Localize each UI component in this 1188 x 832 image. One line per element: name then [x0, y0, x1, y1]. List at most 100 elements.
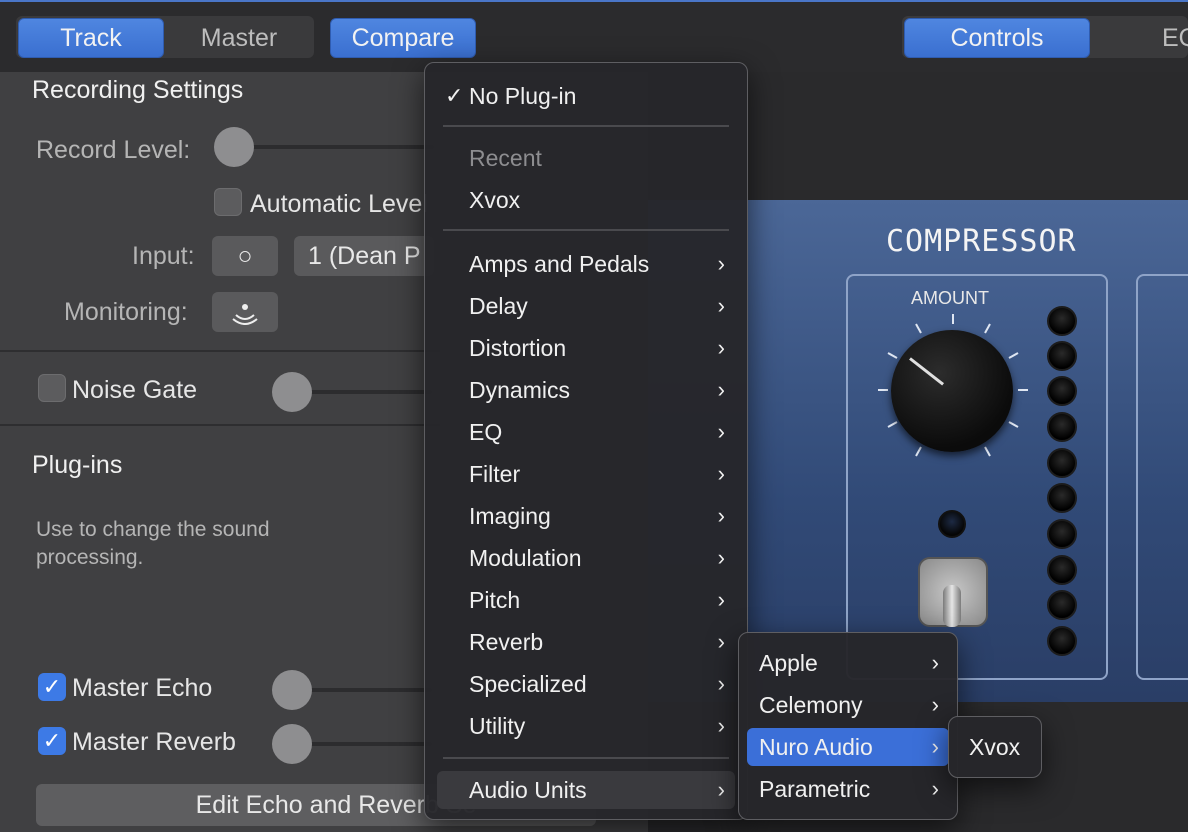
chevron-right-icon: › [717, 545, 725, 570]
menu-item-label: Distortion [469, 334, 567, 361]
amount-label: AMOUNT [911, 288, 989, 308]
menu-item-label: Dynamics [469, 376, 570, 403]
record-level-knob[interactable] [214, 127, 254, 167]
menu-item-dynamics[interactable]: Dynamics › [437, 371, 735, 409]
menu-item-specialized[interactable]: Specialized › [437, 665, 735, 703]
menu-item-recent-xvox[interactable]: Xvox [437, 181, 735, 219]
meter-led [1047, 519, 1077, 549]
menu-item-no-plugin[interactable]: ✓ No Plug-in [437, 77, 735, 115]
menu-item-label: Utility [469, 712, 526, 739]
nuro-audio-submenu: Xvox [948, 716, 1042, 778]
menu-item-label: Imaging [469, 502, 551, 529]
monitoring-label: Monitoring: [64, 298, 188, 326]
divider-2 [0, 424, 440, 426]
chevron-right-icon: › [717, 671, 725, 696]
controls-tab[interactable]: Controls [904, 18, 1090, 58]
eq-tab[interactable]: EQ [1160, 18, 1188, 58]
record-level-track[interactable] [234, 145, 434, 149]
chevron-right-icon: › [717, 377, 725, 402]
menu-item-eq[interactable]: EQ › [437, 413, 735, 451]
menu-separator [443, 125, 729, 127]
menu-item-filter[interactable]: Filter › [437, 455, 735, 493]
monitoring-button[interactable] [212, 292, 278, 332]
menu-item-label: Pitch [469, 586, 521, 613]
submenu-item-celemony[interactable]: Celemony › [747, 686, 949, 724]
submenu-item-label: Nuro Audio [759, 733, 873, 760]
input-mono-button[interactable]: ○ [212, 236, 278, 276]
menu-item-utility[interactable]: Utility › [437, 707, 735, 745]
master-reverb-track[interactable] [292, 742, 432, 746]
menu-item-pitch[interactable]: Pitch › [437, 581, 735, 619]
submenu-item-label: Celemony [759, 691, 863, 718]
menu-item-label: EQ [469, 418, 503, 445]
audio-units-submenu: Apple › Celemony › Nuro Audio › Parametric › [738, 632, 958, 820]
input-select[interactable]: 1 (Dean P [294, 236, 434, 276]
submenu-item-label: Parametric [759, 775, 871, 802]
submenu-item-nuro-audio[interactable]: Nuro Audio › [747, 728, 949, 766]
meter-led [1047, 306, 1077, 336]
meter-led [1047, 483, 1077, 513]
menu-item-distortion[interactable]: Distortion › [437, 329, 735, 367]
chevron-right-icon: › [717, 293, 725, 318]
master-reverb-checkbox[interactable]: ✓ [38, 727, 66, 755]
chevron-right-icon: › [717, 713, 725, 738]
chevron-right-icon: › [931, 692, 939, 717]
menu-item-imaging[interactable]: Imaging › [437, 497, 735, 535]
chevron-right-icon: › [931, 776, 939, 801]
chevron-right-icon: › [717, 251, 725, 276]
record-level-label: Record Level: [36, 136, 191, 164]
menu-separator [443, 229, 729, 231]
menu-item-reverb[interactable]: Reverb › [437, 623, 735, 661]
amount-knob[interactable] [891, 330, 1013, 452]
noise-gate-track[interactable] [292, 390, 432, 394]
menu-header-recent: Recent [469, 144, 542, 171]
toggle-switch-lever[interactable] [943, 585, 961, 627]
menu-item-label: Filter [469, 460, 521, 487]
menu-separator [443, 757, 729, 759]
chevron-right-icon: › [717, 587, 725, 612]
master-echo-label: Master Echo [72, 674, 213, 702]
menu-item-audio-units[interactable]: Audio Units › [437, 771, 735, 809]
master-echo-track[interactable] [292, 688, 432, 692]
master-reverb-knob[interactable] [272, 724, 312, 764]
menu-item-label: Reverb [469, 628, 544, 655]
chevron-right-icon: › [717, 419, 725, 444]
chevron-right-icon: › [717, 777, 725, 802]
input-label: Input: [132, 242, 195, 270]
checkmark-icon: ✓ [445, 83, 464, 108]
meter-led [1047, 412, 1077, 442]
chevron-right-icon: › [717, 461, 725, 486]
meter-led [1047, 341, 1077, 371]
divider-1 [0, 350, 440, 352]
menu-item-label: Modulation [469, 544, 582, 571]
menu-item-label: Amps and Pedals [469, 250, 650, 277]
plugins-description: Use to change the sound processing. [36, 518, 270, 569]
menu-item-label: Audio Units [469, 776, 587, 803]
meter-led [1047, 448, 1077, 478]
submenu-item-apple[interactable]: Apple › [747, 644, 949, 682]
master-echo-checkbox[interactable]: ✓ [38, 673, 66, 701]
compare-button[interactable]: Compare [330, 18, 476, 58]
submenu-item-parametric[interactable]: Parametric › [747, 770, 949, 808]
menu-item-amps-and-pedals[interactable]: Amps and Pedals › [437, 245, 735, 283]
noise-gate-label: Noise Gate [72, 376, 198, 404]
menu-item-modulation[interactable]: Modulation › [437, 539, 735, 577]
menu-item-xvox[interactable]: Xvox [955, 728, 1035, 766]
compressor-title: COMPRESSOR [886, 224, 1077, 259]
master-echo-knob[interactable] [272, 670, 312, 710]
plugin-menu: ✓ No Plug-in Recent Xvox Amps and Pedals… [424, 62, 748, 820]
noise-gate-checkbox[interactable] [38, 374, 66, 402]
menu-item-label: No Plug-in [469, 82, 577, 109]
menu-item-label: Delay [469, 292, 528, 319]
menu-item-delay[interactable]: Delay › [437, 287, 735, 325]
meter-led [1047, 555, 1077, 585]
menu-item-label: Specialized [469, 670, 587, 697]
chevron-right-icon: › [717, 335, 725, 360]
automatic-level-checkbox[interactable] [214, 188, 242, 216]
master-tab[interactable]: Master [166, 18, 312, 58]
chevron-right-icon: › [931, 650, 939, 675]
track-tab[interactable]: Track [18, 18, 164, 58]
meter-led [1047, 590, 1077, 620]
noise-gate-knob[interactable] [272, 372, 312, 412]
chevron-right-icon: › [717, 629, 725, 654]
